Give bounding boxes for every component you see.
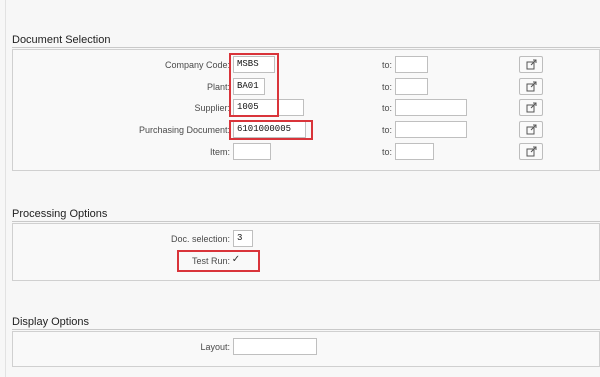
company-code-multiple-selection-button[interactable] — [519, 56, 543, 73]
purchasing-document-label: Purchasing Document: — [138, 125, 230, 135]
section-title-display-options: Display Options — [12, 316, 90, 328]
layout-field[interactable] — [233, 338, 317, 355]
document-selection-panel — [12, 49, 600, 171]
supplier-to-field[interactable] — [395, 99, 467, 116]
company-code-to-field[interactable] — [395, 56, 428, 73]
supplier-to-label: to: — [382, 103, 393, 113]
item-to-field[interactable] — [395, 143, 434, 160]
purchasing-document-to-field[interactable] — [395, 121, 467, 138]
arrow-out-icon — [526, 59, 536, 70]
plant-to-label: to: — [382, 82, 393, 92]
company-code-label: Company Code: — [164, 60, 230, 70]
section-title-document-selection: Document Selection — [12, 34, 111, 46]
supplier-label: Supplier: — [194, 103, 230, 113]
section-rule — [12, 221, 600, 222]
section-rule — [12, 329, 600, 330]
highlight-test-run — [177, 250, 260, 272]
arrow-out-icon — [526, 124, 536, 135]
purchasing-document-multiple-selection-button[interactable] — [519, 121, 543, 138]
item-multiple-selection-button[interactable] — [519, 143, 543, 160]
arrow-out-icon — [526, 102, 536, 113]
highlight-purchasing-document — [229, 120, 313, 140]
layout-label: Layout: — [200, 342, 230, 352]
highlight-company-plant — [229, 53, 279, 117]
plant-label: Plant: — [206, 82, 230, 92]
item-label: Item: — [209, 147, 230, 157]
item-to-label: to: — [382, 147, 393, 157]
arrow-out-icon — [526, 146, 536, 157]
processing-options-panel — [12, 223, 600, 281]
plant-multiple-selection-button[interactable] — [519, 78, 543, 95]
company-code-to-label: to: — [382, 60, 393, 70]
supplier-multiple-selection-button[interactable] — [519, 99, 543, 116]
item-from-field[interactable] — [233, 143, 271, 160]
arrow-out-icon — [526, 81, 536, 92]
plant-to-field[interactable] — [395, 78, 428, 95]
section-rule — [12, 47, 600, 48]
section-title-processing-options: Processing Options — [12, 208, 108, 220]
doc-selection-field[interactable]: 3 — [233, 230, 253, 247]
top-strip — [0, 0, 600, 30]
left-divider — [5, 0, 6, 377]
doc-selection-label: Doc. selection: — [170, 234, 230, 244]
purchasing-document-to-label: to: — [382, 125, 393, 135]
